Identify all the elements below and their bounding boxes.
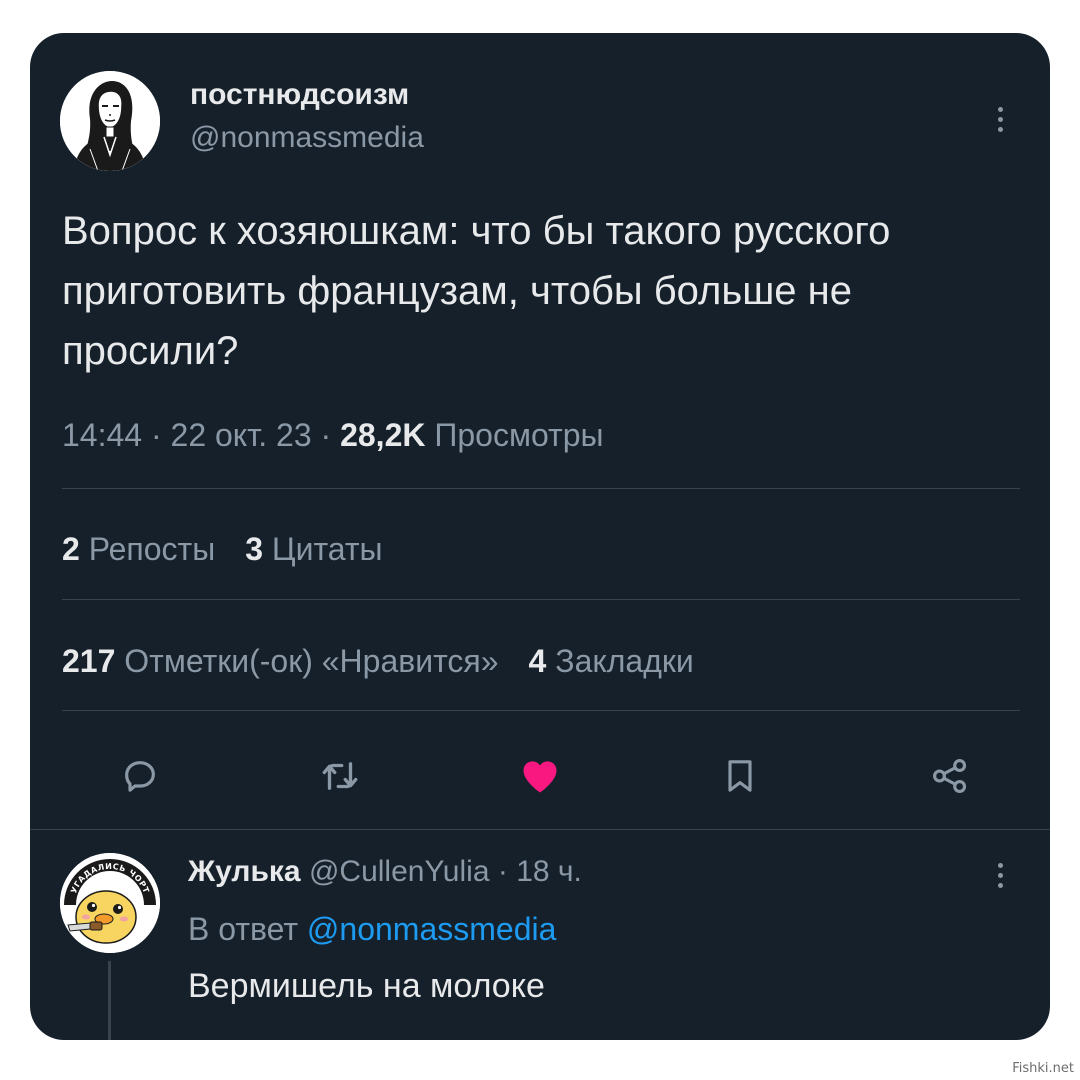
reply-author-avatar[interactable]: УГАДАЛИСЬ ЧОРТ [60,853,160,953]
reply-to-handle-link[interactable]: @nonmassmedia [307,911,556,947]
author-avatar[interactable] [60,71,160,171]
bookmark-icon [728,760,752,792]
bookmarks-label: Закладки [555,643,694,679]
quotes-count: 3 [245,531,263,567]
reply-text: Вермишель на молоке [188,967,545,1005]
author-avatar-image [60,71,160,171]
tweet-card: постнюдсоизм @nonmassmedia Вопрос к хозя… [30,33,1050,1040]
divider [62,599,1020,600]
likes-count: 217 [62,643,116,679]
thread-line [108,961,111,1040]
quotes-label: Цитаты [271,531,383,567]
bookmark-button[interactable] [715,751,765,801]
reply-more-options-icon[interactable] [988,855,1012,895]
reply-author-name[interactable]: Жулька [188,855,301,888]
reply-to-label: В ответ [188,911,299,947]
like-button[interactable] [515,751,565,801]
tweet-text: Вопрос к хозяюшкам: что бы такого русско… [62,209,891,373]
reply-context: В ответ @nonmassmedia [188,911,556,948]
retweet-icon [322,762,358,790]
divider [62,488,1020,489]
reply-header: Жулька @CullenYulia · 18 ч. [188,855,582,889]
more-options-icon[interactable] [988,99,1012,139]
tweet-meta: 14:44 · 22 окт. 23 · 28,2K Просмотры [62,417,604,454]
likes-label: Отметки(-ок) «Нравится» [124,643,499,679]
meta-separator: · [311,417,341,453]
reply-author-handle[interactable]: @CullenYulia [309,855,490,888]
reply-separator: · [489,855,517,888]
reply-icon [125,761,155,792]
retweet-button[interactable] [315,751,365,801]
tweet-date[interactable]: 22 окт. 23 [171,417,312,453]
author-display-name[interactable]: постнюдсоизм [190,78,409,112]
views-label: Просмотры [434,417,604,453]
like-bookmark-stats: 217 Отметки(-ок) «Нравится» 4 Закладки [62,643,694,680]
reply-avatar-image: УГАДАЛИСЬ ЧОРТ [60,853,160,953]
reply-button[interactable] [115,751,165,801]
repost-quote-stats: 2 Репосты 3 Цитаты [62,531,382,568]
quotes-stat[interactable]: 3 Цитаты [245,531,382,567]
views-count: 28,2K [340,417,426,453]
share-icon [933,759,967,793]
watermark: Fishki.net [1012,1061,1074,1076]
tweet-time[interactable]: 14:44 [62,417,142,453]
share-button[interactable] [925,751,975,801]
reposts-count: 2 [62,531,80,567]
reposts-label: Репосты [88,531,216,567]
reposts-stat[interactable]: 2 Репосты [62,531,215,567]
bookmarks-stat[interactable]: 4 Закладки [529,643,694,679]
heart-icon [523,761,557,793]
divider [30,829,1050,830]
divider [62,710,1020,711]
likes-stat[interactable]: 217 Отметки(-ок) «Нравится» [62,643,499,679]
reply-time[interactable]: 18 ч. [516,855,582,888]
author-handle[interactable]: @nonmassmedia [190,121,424,155]
meta-separator: · [142,417,171,453]
bookmarks-count: 4 [528,643,547,679]
